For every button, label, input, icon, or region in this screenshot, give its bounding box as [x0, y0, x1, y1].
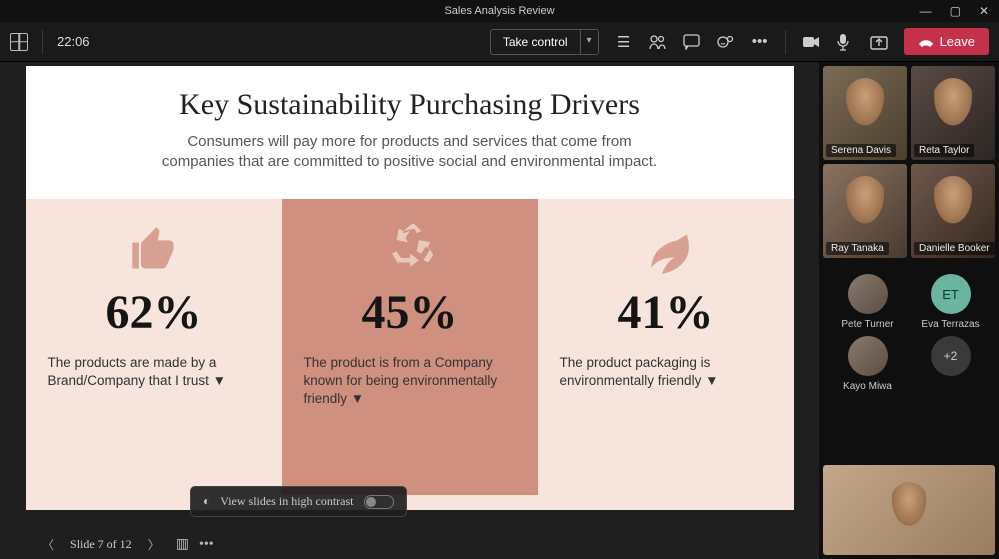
participant-name: Pete Turner	[841, 319, 893, 330]
participant-avatar[interactable]: Pete Turner	[829, 274, 906, 330]
leaf-icon	[560, 219, 772, 279]
close-icon[interactable]: ✕	[979, 4, 989, 18]
divider	[785, 30, 786, 54]
stat-1: 62%	[48, 285, 260, 340]
video-tile[interactable]: Danielle Booker	[911, 164, 995, 258]
slide: Key Sustainability Purchasing Drivers Co…	[26, 66, 794, 510]
share-icon[interactable]	[870, 34, 888, 50]
divider	[42, 30, 43, 54]
thumbs-up-icon	[48, 219, 260, 279]
switch[interactable]	[364, 495, 394, 509]
slide-column-2: 45% The product is from a Company known …	[282, 199, 538, 495]
stat-3: 41%	[560, 285, 772, 340]
video-tile[interactable]: Reta Taylor	[911, 66, 995, 160]
maximize-icon[interactable]: ▢	[950, 4, 961, 18]
stat-2: 45%	[304, 285, 516, 340]
participant-name: Eva Terrazas	[921, 319, 979, 330]
participant-avatar[interactable]: Kayo Miwa	[829, 336, 906, 392]
self-video-tile[interactable]	[823, 465, 995, 555]
people-icon[interactable]	[649, 34, 667, 50]
high-contrast-toggle[interactable]: ◐ View slides in high contrast	[190, 486, 407, 517]
slide-column-3: 41% The product packaging is environment…	[538, 199, 794, 495]
participant-name: Kayo Miwa	[843, 381, 892, 392]
participant-avatar[interactable]: ET Eva Terrazas	[912, 274, 989, 330]
titlebar: Sales Analysis Review ― ▢ ✕	[0, 0, 999, 22]
participant-name: Ray Tanaka	[826, 242, 889, 255]
avatar-image	[848, 336, 888, 376]
meeting-timer: 22:06	[57, 34, 90, 49]
avatar-initials: ET	[931, 274, 971, 314]
layout-grid-icon[interactable]	[10, 33, 28, 51]
next-slide-button[interactable]: 〉	[142, 534, 166, 555]
desc-3: The product packaging is environmentally…	[560, 354, 772, 390]
mic-icon[interactable]	[836, 33, 854, 51]
gallery-icon[interactable]: ▥	[176, 536, 189, 553]
minimize-icon[interactable]: ―	[920, 4, 932, 18]
avatar-image	[848, 274, 888, 314]
more-slide-icon[interactable]: •••	[199, 537, 214, 553]
more-icon[interactable]: •••	[751, 33, 769, 50]
recycle-icon	[304, 219, 516, 279]
chat-icon[interactable]	[683, 34, 701, 50]
video-tile[interactable]: Serena Davis	[823, 66, 907, 160]
participants-sidebar: Serena Davis Reta Taylor Ray Tanaka Dani…	[819, 62, 999, 559]
video-tile[interactable]: Ray Tanaka	[823, 164, 907, 258]
camera-icon[interactable]	[802, 35, 820, 49]
participant-name: Danielle Booker	[914, 242, 995, 255]
list-icon[interactable]: ☰	[615, 33, 633, 51]
presentation-stage: Key Sustainability Purchasing Drivers Co…	[0, 62, 819, 559]
slide-title: Key Sustainability Purchasing Drivers	[66, 88, 754, 122]
more-count: +2	[931, 336, 971, 376]
reactions-icon[interactable]	[717, 34, 735, 50]
high-contrast-label: View slides in high contrast	[220, 494, 353, 509]
desc-2: The product is from a Company known for …	[304, 354, 516, 409]
leave-button[interactable]: Leave	[904, 28, 989, 55]
take-control-dropdown[interactable]: ▾	[580, 29, 599, 55]
participant-name: Reta Taylor	[914, 144, 974, 157]
slide-nav-bar: 〈 Slide 7 of 12 〉 ▥ •••	[36, 534, 214, 555]
window-title: Sales Analysis Review	[0, 5, 999, 17]
slide-subtitle: Consumers will pay more for products and…	[150, 132, 670, 173]
more-participants[interactable]: +2	[912, 336, 989, 392]
leave-label: Leave	[940, 34, 975, 49]
desc-1: The products are made by a Brand/Company…	[48, 354, 260, 390]
prev-slide-button[interactable]: 〈	[36, 534, 60, 555]
participant-name: Serena Davis	[826, 144, 896, 157]
meeting-toolbar: 22:06 Take control ▾ ☰ ••• Leave	[0, 22, 999, 62]
hangup-icon	[918, 36, 934, 48]
slide-column-1: 62% The products are made by a Brand/Com…	[26, 199, 282, 495]
slide-counter: Slide 7 of 12	[70, 537, 132, 552]
contrast-icon: ◐	[203, 494, 210, 509]
take-control-button[interactable]: Take control	[490, 29, 581, 55]
